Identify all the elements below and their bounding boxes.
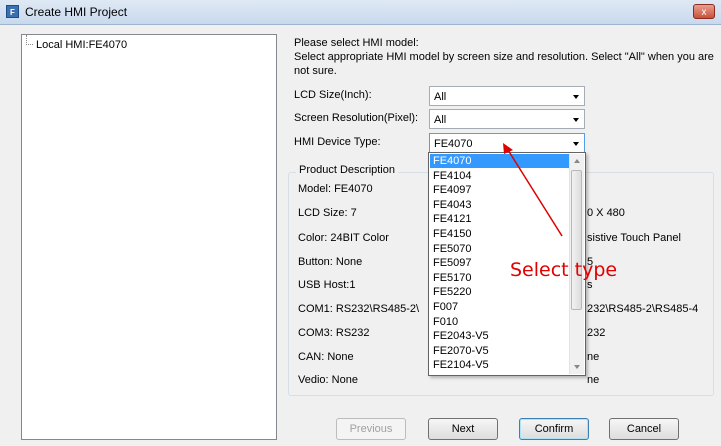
cancel-button[interactable]: Cancel — [609, 418, 679, 440]
dropdown-option[interactable]: FE2104-V5 — [430, 358, 571, 372]
title-bar: F Create HMI Project x — [0, 0, 721, 25]
prompt-line-2: Select appropriate HMI model by screen s… — [294, 51, 714, 77]
previous-button[interactable]: Previous — [336, 418, 406, 440]
tree-branch-icon — [26, 44, 33, 45]
product-detail-4: ne — [587, 374, 600, 386]
window-title: Create HMI Project — [25, 5, 128, 19]
dropdown-option[interactable]: FE4104 — [430, 169, 571, 183]
product-detail-3: ne — [587, 351, 600, 363]
product-description-title: Product Description — [296, 164, 398, 176]
dropdown-option[interactable]: FE2043-V5 — [430, 329, 571, 343]
dropdown-option[interactable]: FE5070 — [430, 242, 571, 256]
close-button[interactable]: x — [693, 4, 715, 19]
product-button: Button: None — [298, 256, 363, 268]
resolution-value: All — [434, 114, 447, 126]
dropdown-option[interactable]: FE4097 — [430, 183, 571, 197]
annotation-label: Select type — [510, 259, 618, 281]
lcd-size-value: All — [434, 91, 447, 103]
product-color: Color: 24BIT Color — [298, 232, 389, 244]
device-type-select[interactable]: FE4070 — [429, 133, 585, 153]
chevron-down-icon — [573, 142, 579, 146]
tree-item-local-hmi[interactable]: Local HMI:FE4070 — [36, 39, 127, 51]
lcd-size-select[interactable]: All — [429, 86, 585, 106]
dropdown-option[interactable]: F010 — [430, 315, 571, 329]
hmi-tree[interactable]: Local HMI:FE4070 — [21, 34, 277, 440]
lcd-size-label: LCD Size(Inch): — [294, 89, 372, 101]
product-com4: 232 — [587, 327, 606, 339]
product-can: CAN: None — [298, 351, 354, 363]
scroll-thumb[interactable] — [571, 170, 582, 310]
chevron-down-icon — [573, 95, 579, 99]
resolution-select[interactable]: All — [429, 109, 585, 129]
device-type-value: FE4070 — [434, 138, 473, 150]
app-icon: F — [6, 5, 19, 18]
scroll-down-icon[interactable] — [570, 360, 584, 374]
dropdown-option[interactable]: FE4150 — [430, 227, 571, 241]
product-com1: COM1: RS232\RS485-2\ — [298, 303, 420, 315]
dropdown-option[interactable]: FE4121 — [430, 212, 571, 226]
product-usb-host: USB Host:1 — [298, 279, 356, 291]
dropdown-option[interactable]: FE4070 — [430, 154, 571, 168]
product-vedio: Vedio: None — [298, 374, 358, 386]
product-lcd-size: LCD Size: 7 — [298, 207, 357, 219]
product-com3: COM3: RS232 — [298, 327, 370, 339]
product-touch: sistive Touch Panel — [587, 232, 681, 244]
dropdown-option[interactable]: FE4043 — [430, 198, 571, 212]
next-button[interactable]: Next — [428, 418, 498, 440]
chevron-down-icon — [573, 118, 579, 122]
product-com2: 232\RS485-2\RS485-4 — [587, 303, 699, 315]
product-resolution: 0 X 480 — [587, 207, 625, 219]
scroll-up-icon[interactable] — [570, 154, 584, 168]
dropdown-option[interactable]: FE5220 — [430, 285, 571, 299]
dropdown-option[interactable]: FE2070-V5 — [430, 344, 571, 358]
resolution-label: Screen Resolution(Pixel): — [294, 112, 419, 124]
prompt-line-1: Please select HMI model: — [294, 37, 419, 49]
confirm-button[interactable]: Confirm — [519, 418, 589, 440]
instructions: Please select HMI model: Select appropri… — [294, 36, 714, 78]
dropdown-option[interactable]: F007 — [430, 300, 571, 314]
product-model: Model: FE4070 — [298, 183, 373, 195]
device-type-label: HMI Device Type: — [294, 136, 381, 148]
